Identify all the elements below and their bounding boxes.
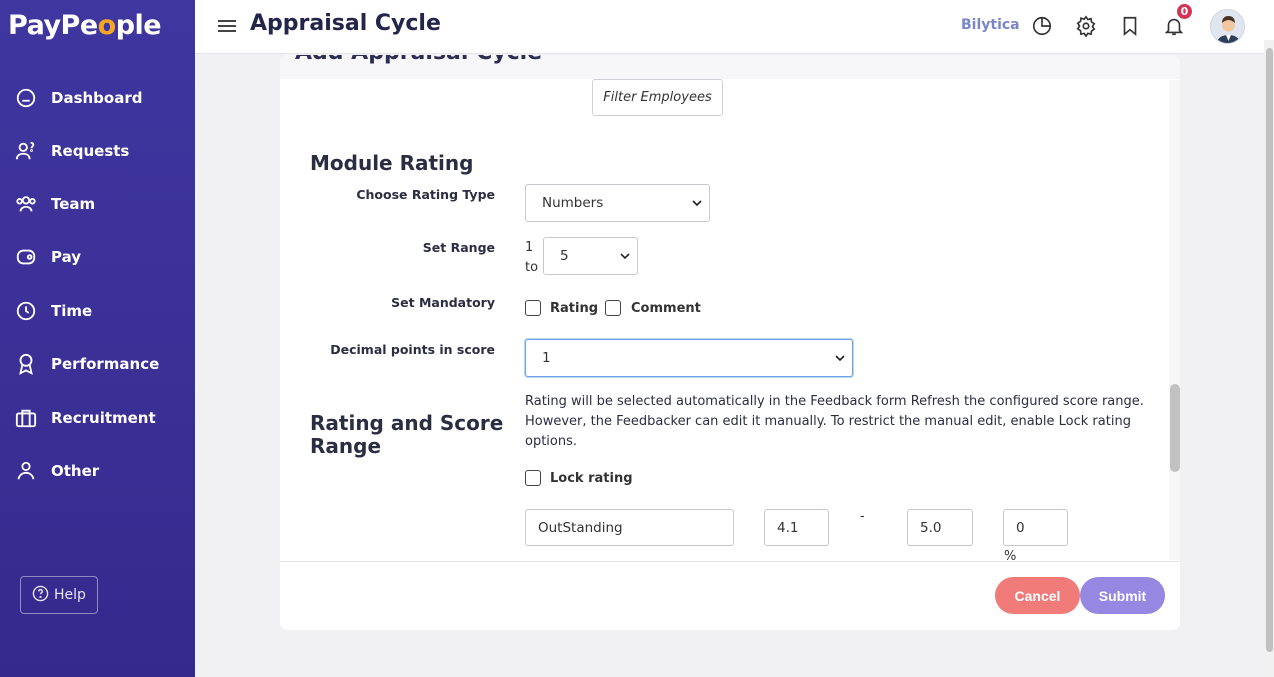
cancel-button[interactable]: Cancel [995, 577, 1080, 614]
help-button[interactable]: Help [20, 576, 98, 614]
appraisal-form-card: Add Appraisal Cycle Filter Employees Mod… [280, 55, 1180, 630]
team-icon [14, 192, 38, 216]
requests-icon [14, 139, 38, 163]
clock-icon [14, 299, 38, 323]
award-icon [14, 352, 38, 376]
sidebar-item-label: Pay [51, 248, 82, 266]
range-to-word: to [525, 260, 539, 275]
sidebar-item-performance[interactable]: Performance [0, 344, 195, 384]
sidebar-item-pay[interactable]: Pay [0, 237, 195, 277]
sidebar-item-label: Recruitment [51, 409, 156, 427]
wallet-icon [14, 245, 38, 269]
range-dash: - [860, 509, 865, 524]
avatar[interactable] [1210, 9, 1245, 44]
range-from: 1 [525, 240, 534, 255]
sidebar-item-team[interactable]: Team [0, 184, 195, 224]
score-range-info: Rating will be selected automatically in… [525, 394, 1144, 449]
chevron-down-icon [620, 253, 630, 260]
form-scrollbar-track[interactable] [1169, 80, 1180, 560]
top-header: Appraisal Cycle Bilytica 0 [195, 0, 1274, 54]
mandatory-comment-label: Comment [631, 301, 701, 316]
submit-button[interactable]: Submit [1080, 577, 1165, 614]
rating-type-select[interactable]: Numbers [525, 184, 710, 222]
gear-icon[interactable] [1074, 14, 1098, 38]
sidebar-item-other[interactable]: Other [0, 451, 195, 491]
sidebar: PayPeople Dashboard Requests Team Pay Ti… [0, 0, 195, 677]
hamburger-menu-icon[interactable] [217, 16, 237, 36]
score-min-input[interactable]: 4.1 [764, 509, 829, 546]
sidebar-item-recruitment[interactable]: Recruitment [0, 398, 195, 438]
help-label: Help [54, 587, 86, 603]
page-title: Appraisal Cycle [250, 11, 441, 36]
card-title: Add Appraisal Cycle [295, 55, 542, 65]
user-icon [14, 459, 38, 483]
pie-chart-icon[interactable] [1030, 14, 1054, 38]
score-max-input[interactable]: 5.0 [907, 509, 973, 546]
bookmark-icon[interactable] [1118, 14, 1142, 38]
notification-badge: 0 [1175, 2, 1194, 21]
lock-rating-checkbox[interactable] [525, 470, 541, 486]
mandatory-rating-checkbox[interactable] [525, 300, 541, 316]
sidebar-item-label: Team [51, 195, 96, 213]
filter-employees-button[interactable]: Filter Employees [592, 79, 723, 116]
sidebar-item-label: Requests [51, 142, 130, 160]
company-name[interactable]: Bilytica [961, 17, 1020, 33]
form-scrollbar-thumb[interactable] [1170, 384, 1180, 472]
paypeople-logo[interactable]: PayPeople [8, 10, 162, 41]
rating-name-input[interactable]: OutStanding [525, 509, 734, 546]
sidebar-item-time[interactable]: Time [0, 291, 195, 331]
form-footer: Cancel Submit [280, 562, 1180, 630]
mandatory-comment-checkbox[interactable] [605, 300, 621, 316]
set-mandatory-label: Set Mandatory [391, 295, 495, 310]
sidebar-item-requests[interactable]: Requests [0, 131, 195, 171]
sidebar-item-dashboard[interactable]: Dashboard [0, 78, 195, 118]
chevron-down-icon [692, 200, 702, 207]
percent-input[interactable]: 0 [1003, 509, 1068, 546]
rating-type-label: Choose Rating Type [356, 187, 495, 202]
set-range-label: Set Range [422, 240, 495, 255]
sidebar-item-label: Other [51, 462, 100, 480]
score-range-title: Rating and Score Range [310, 411, 504, 458]
chevron-down-icon [835, 355, 845, 362]
module-rating-title: Module Rating [310, 151, 474, 175]
decimal-points-label: Decimal points in score [330, 342, 495, 357]
page-scrollbar-thumb[interactable] [1266, 48, 1273, 652]
dashboard-icon [14, 86, 38, 110]
decimal-points-select[interactable]: 1 [525, 339, 853, 377]
sidebar-item-label: Performance [51, 355, 160, 373]
range-max-select[interactable]: 5 [543, 237, 638, 275]
sidebar-item-label: Time [51, 302, 93, 320]
lock-rating-label: Lock rating [550, 471, 633, 486]
briefcase-icon [14, 406, 38, 430]
sidebar-item-label: Dashboard [51, 89, 143, 107]
mandatory-rating-label: Rating [550, 301, 599, 316]
help-icon [32, 585, 49, 606]
